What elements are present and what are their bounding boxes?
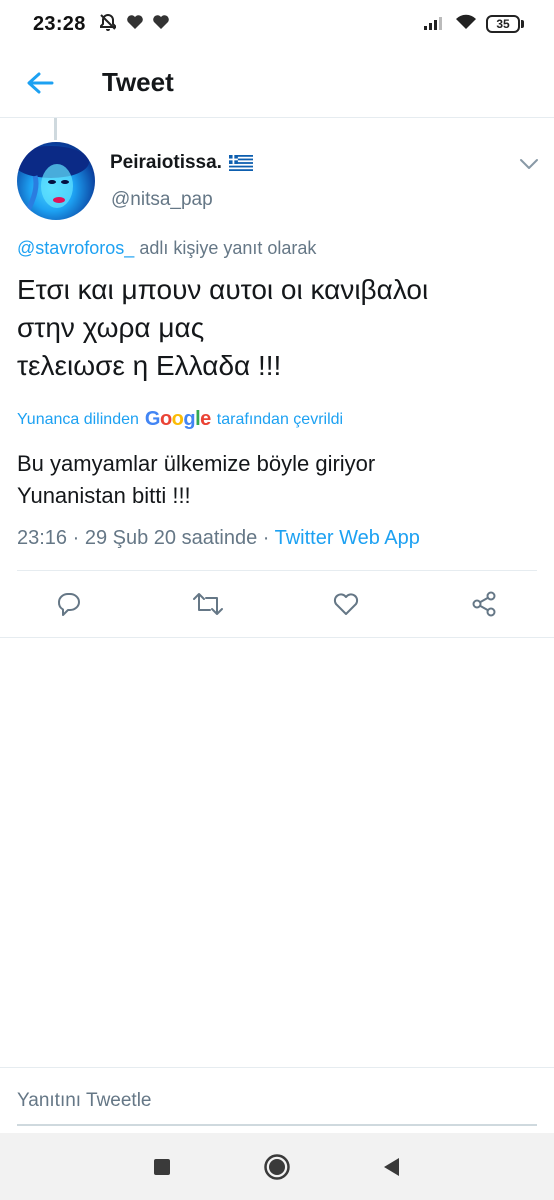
app-header: Tweet [0,48,554,118]
heart-icon [126,14,144,35]
greek-flag-icon [228,155,253,171]
recents-button[interactable] [148,1153,176,1181]
reply-context: @stavroforos_ adlı kişiye yanıt olarak [17,238,316,259]
translation-prefix: Yunanca dilinden [17,410,139,428]
reply-input-underline [17,1124,537,1126]
tweet-source-link[interactable]: Twitter Web App [275,527,420,549]
signal-icon [424,14,446,35]
system-nav-bar [0,1133,554,1200]
reply-context-suffix: adlı kişiye yanıt olarak [134,238,317,258]
thread-connector [54,118,57,140]
like-button[interactable] [330,588,362,620]
status-bar: 23:28 35 [0,0,554,48]
retweet-icon [193,593,223,615]
back-button[interactable] [0,48,80,118]
battery-level: 35 [486,15,520,33]
retweet-button[interactable] [192,588,224,620]
google-logo: Google [144,408,211,430]
tweet-menu-button[interactable] [514,152,544,176]
alarm-off-icon [98,12,118,37]
avatar[interactable] [17,142,95,220]
tweet-text: Ετσι και μπουν αυτοι οι κανιβαλοι στην χ… [17,274,429,381]
reply-to-link[interactable]: @stavroforos_ [17,238,134,258]
wifi-icon [455,14,477,35]
translated-text: Bu yamyamlar ülkemize böyle giriyor Yuna… [17,451,376,508]
translation-attribution[interactable]: Yunanca dilinden Google tarafından çevri… [17,408,343,431]
triangle-back-icon [384,1158,399,1176]
display-name[interactable]: Peiraiotissa. [110,152,254,174]
username[interactable]: @nitsa_pap [111,189,213,211]
tweet-timestamp: 23:16 · 29 Şub 20 saatinde · [17,527,275,549]
reply-input[interactable]: Yanıtını Tweetle [17,1090,152,1112]
notification-icons [98,12,170,37]
page-title: Tweet [102,67,174,97]
reply-icon [58,593,80,616]
share-button[interactable] [468,588,500,620]
circle-icon [264,1154,290,1180]
chevron-down-icon [520,159,538,169]
tweet-actions [0,580,554,628]
like-icon [333,593,359,615]
divider [17,570,537,571]
tweet-meta: 23:16 · 29 Şub 20 saatinde · Twitter Web… [17,527,420,550]
translation-suffix: tarafından çevrildi [216,410,344,428]
square-icon [154,1159,170,1175]
home-button[interactable] [263,1153,291,1181]
system-icons: 35 [424,14,524,35]
heart-icon [152,14,170,35]
arrow-left-icon [27,72,54,93]
display-name-text: Peiraiotissa. [110,152,222,173]
battery-icon: 35 [486,15,524,33]
divider [0,637,554,638]
reply-button[interactable] [53,588,85,620]
status-time: 23:28 [33,12,86,35]
share-icon [472,591,496,617]
back-nav-button[interactable] [377,1153,405,1181]
reply-bar: Yanıtını Tweetle [0,1067,554,1133]
